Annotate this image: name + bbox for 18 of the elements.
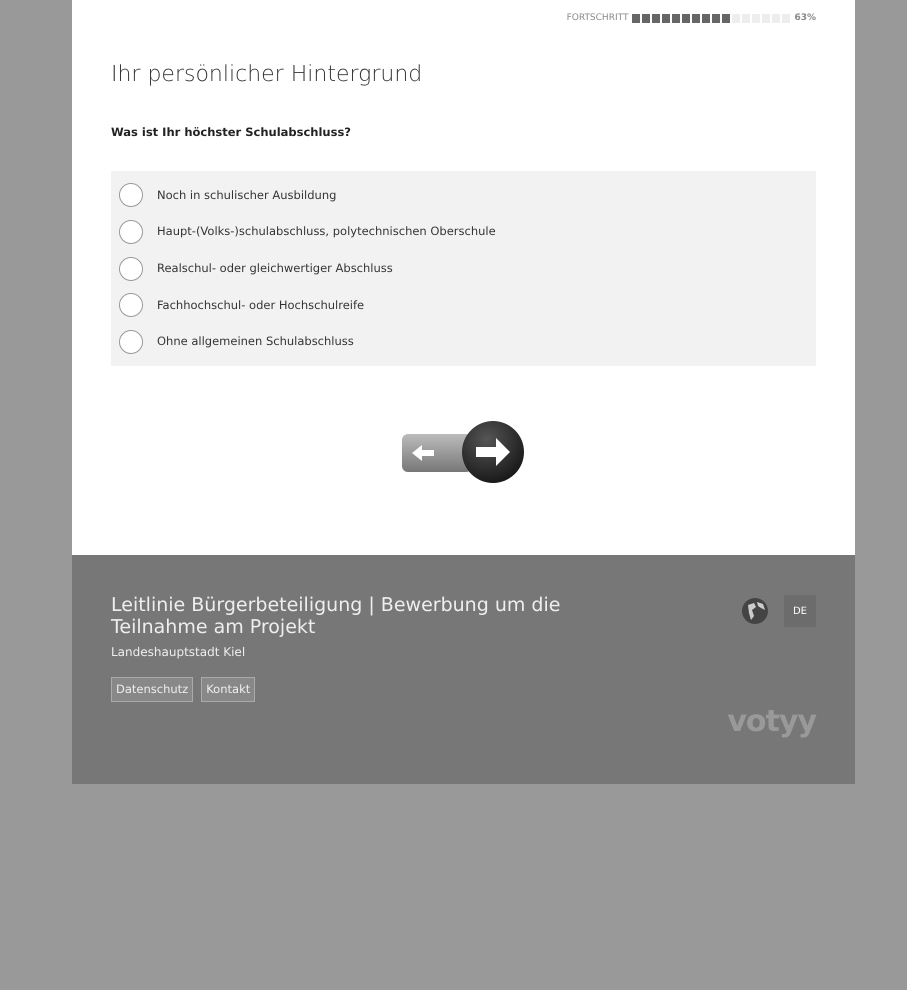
radio-button[interactable] [119,256,143,281]
page-title: Ihr persönlicher Hintergrund [111,62,424,88]
footer-title: Leitlinie Bürgerbeteiligung | Bewerbung um die Teilnahme am Projekt [111,595,562,639]
language-button[interactable]: DE [784,595,816,627]
radio-button[interactable] [119,183,143,208]
option-label[interactable]: Haupt-(Volks-)schulabschluss, polytechnischen Oberschule [157,223,496,241]
option-label[interactable]: Noch in schulischer Ausbildung [157,186,336,204]
globe-icon[interactable] [742,598,768,624]
progress-label: FORTSCHRITT [566,12,628,25]
radio-button[interactable] [119,220,143,244]
question-text: Was ist Ihr höchster Schulabschluss? [111,124,352,141]
progress-reading: 63% [794,12,816,25]
option-label[interactable]: Fachhochschul- oder Hochschulreife [157,296,364,314]
radio-button[interactable] [119,330,143,354]
option-label[interactable]: Ohne allgemeinen Schulabschluss [157,333,354,350]
radio-button[interactable] [119,293,143,318]
footer-subtitle: Landeshauptstadt Kiel [111,644,246,661]
option-label[interactable]: Realschul- oder gleichwertiger Abschluss [157,260,393,278]
